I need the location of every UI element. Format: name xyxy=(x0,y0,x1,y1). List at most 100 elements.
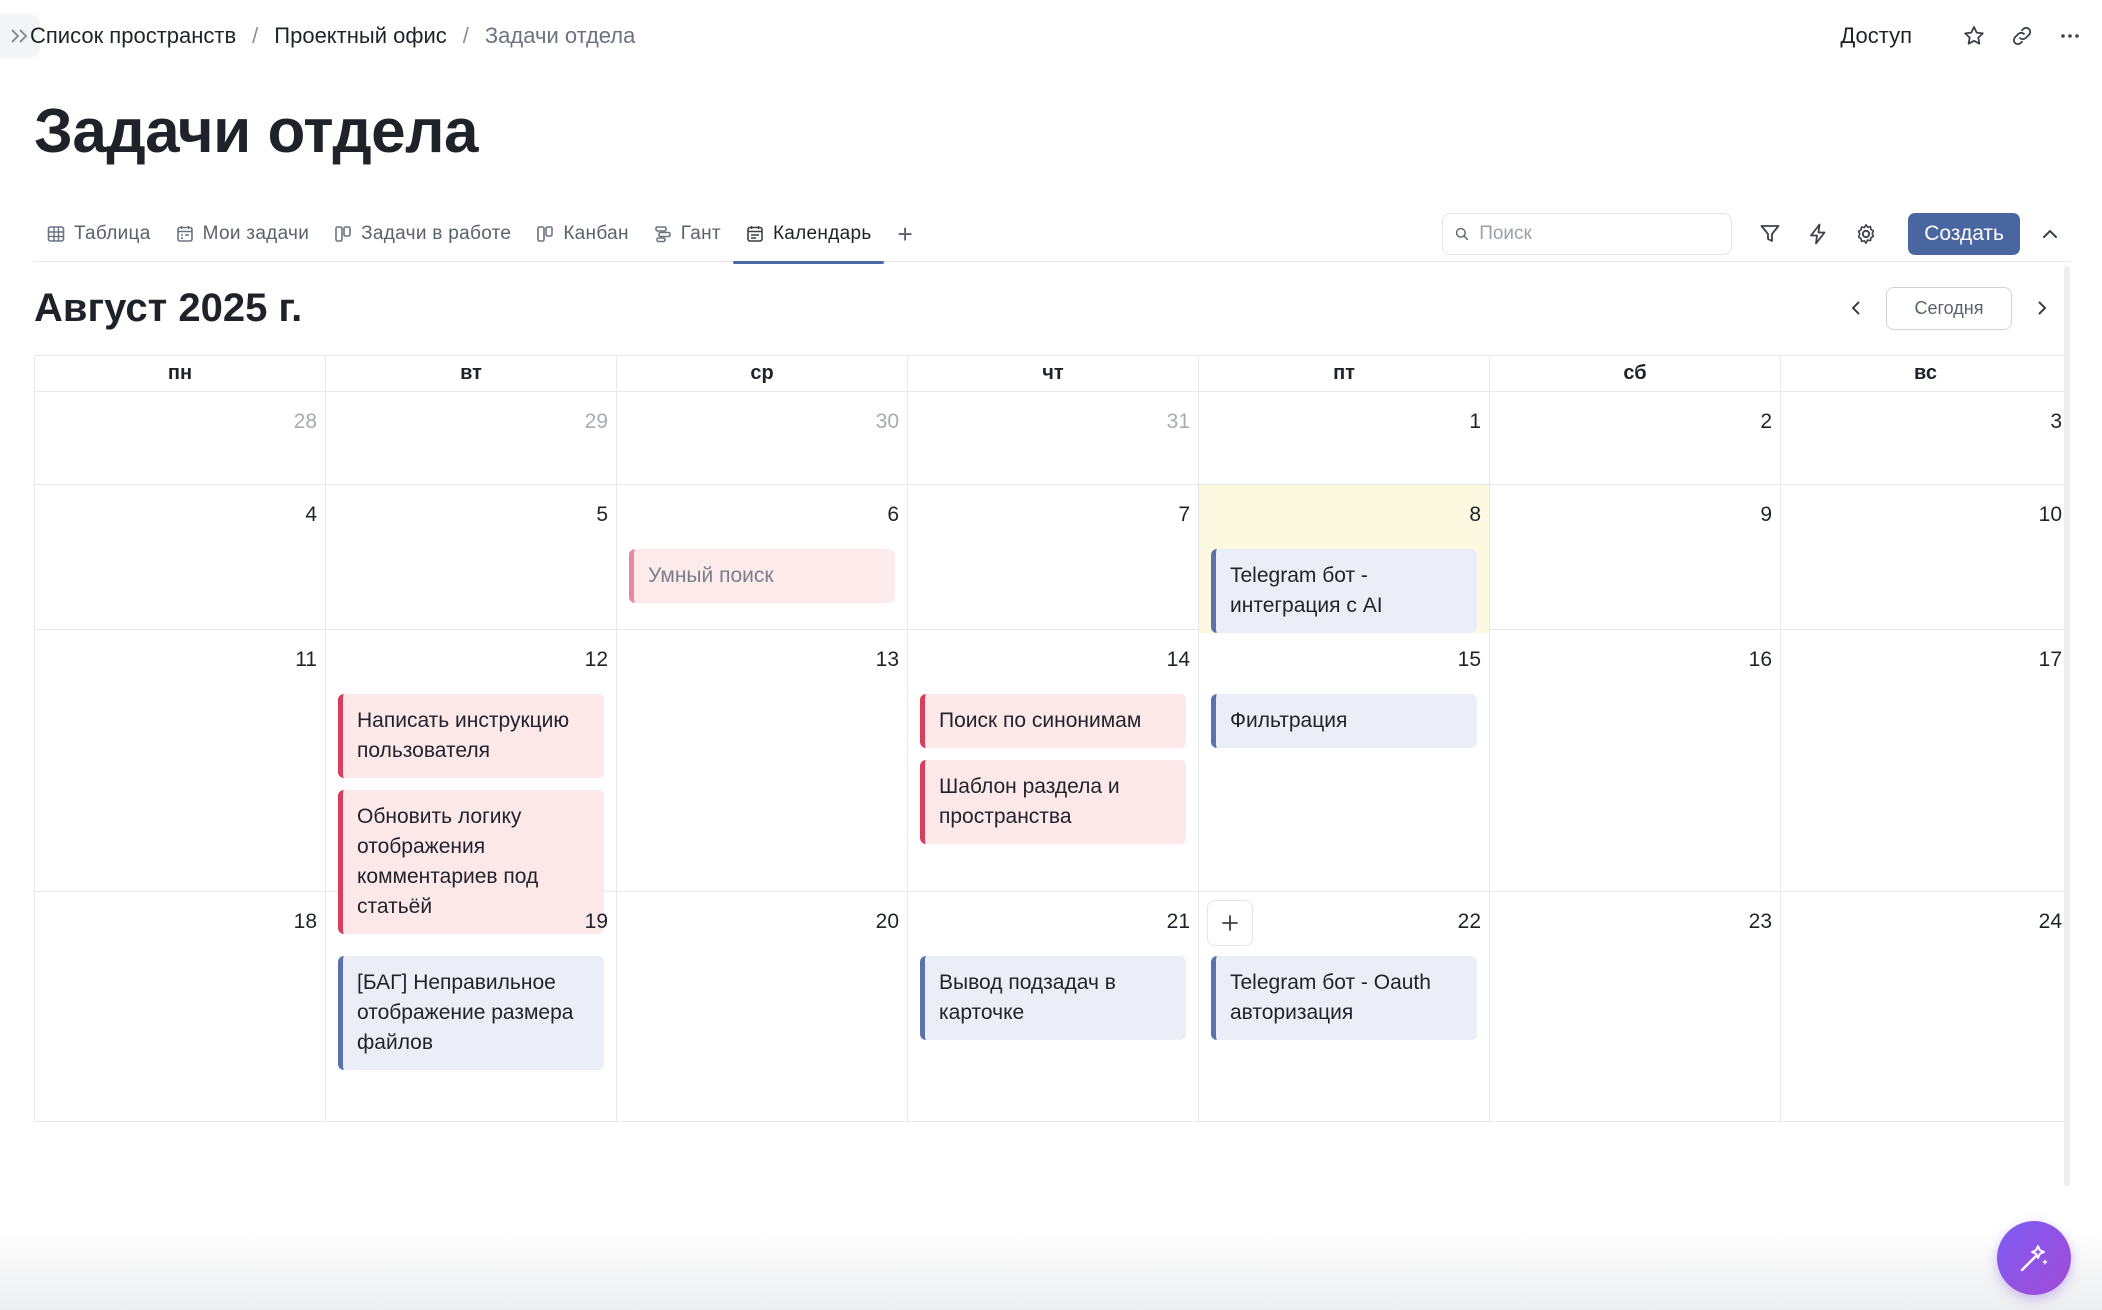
calendar-day[interactable]: 14 Поиск по синонимам Шаблон раздела и п… xyxy=(908,630,1199,934)
chevron-up-icon[interactable] xyxy=(2030,213,2070,255)
star-icon[interactable] xyxy=(1954,16,1994,56)
tab-gantt[interactable]: Гант xyxy=(641,206,733,262)
calendar-day[interactable]: 18 xyxy=(35,892,326,1121)
calendar-day[interactable]: 21 Вывод подзадач в карточке xyxy=(908,892,1199,1121)
tab-label: Канбан xyxy=(563,223,629,244)
event-card[interactable]: Telegram бот - интеграция с AI xyxy=(1211,549,1477,633)
event-card[interactable]: Поиск по синонимам xyxy=(920,694,1186,748)
event-card[interactable]: Умный поиск xyxy=(629,549,895,603)
calendar-day[interactable]: 28 xyxy=(35,392,326,484)
calendar-day[interactable]: 2 xyxy=(1490,392,1781,484)
tab-tasks-in-progress[interactable]: Задачи в работе xyxy=(321,206,523,262)
day-events: Telegram бот - интеграция с AI xyxy=(1211,549,1477,633)
day-number: 31 xyxy=(1166,410,1190,433)
calendar-day[interactable]: 31 xyxy=(908,392,1199,484)
tab-label: Таблица xyxy=(74,223,151,244)
access-button[interactable]: Доступ xyxy=(1840,23,1912,49)
gantt-icon xyxy=(653,224,673,244)
day-number: 16 xyxy=(1748,648,1772,671)
create-button[interactable]: Создать xyxy=(1908,213,2020,255)
filter-icon[interactable] xyxy=(1746,213,1794,255)
day-number: 14 xyxy=(1166,648,1190,671)
calendar-day[interactable]: 7 xyxy=(908,485,1199,633)
day-number: 1 xyxy=(1469,410,1481,433)
day-number: 17 xyxy=(2038,648,2062,671)
day-number: 8 xyxy=(1469,503,1481,526)
calendar-day[interactable]: 20 xyxy=(617,892,908,1121)
calendar-day[interactable]: 16 xyxy=(1490,630,1781,934)
weekday-label: вс xyxy=(1781,356,2070,391)
calendar-day[interactable]: 12 Написать инструкцию пользователя Обно… xyxy=(326,630,617,934)
settings-gear-icon[interactable] xyxy=(1842,213,1890,255)
day-number: 3 xyxy=(2050,410,2062,433)
day-number: 23 xyxy=(1748,910,1772,933)
event-card[interactable]: Вывод подзадач в карточке xyxy=(920,956,1186,1040)
plus-icon xyxy=(1222,915,1238,931)
breadcrumb-item-spaces[interactable]: Список пространств xyxy=(30,23,236,49)
weekday-label: сб xyxy=(1490,356,1781,391)
calendar-day[interactable]: 3 xyxy=(1781,392,2070,484)
ai-assistant-button[interactable] xyxy=(1997,1221,2071,1295)
day-number: 15 xyxy=(1457,648,1481,671)
calendar-day[interactable]: 24 xyxy=(1781,892,2070,1121)
calendar-day[interactable]: 10 xyxy=(1781,485,2070,633)
calendar-week: 28 29 30 31 1 2 3 xyxy=(34,392,2070,485)
day-number: 10 xyxy=(2038,503,2062,526)
link-icon[interactable] xyxy=(2002,16,2042,56)
tab-calendar[interactable]: Календарь xyxy=(732,206,884,264)
add-view-button[interactable]: + xyxy=(884,206,927,262)
breadcrumb: Список пространств / Проектный офис / За… xyxy=(30,20,635,52)
breadcrumb-separator: / xyxy=(462,23,469,48)
calendar-day-today[interactable]: 8 Telegram бот - интеграция с AI xyxy=(1199,485,1490,633)
chevron-right-icon[interactable] xyxy=(2024,290,2060,326)
calendar-day[interactable]: 15 Фильтрация xyxy=(1199,630,1490,934)
event-card[interactable]: Фильтрация xyxy=(1211,694,1477,748)
calendar-day[interactable]: 5 xyxy=(326,485,617,633)
chevron-left-icon[interactable] xyxy=(1838,290,1874,326)
calendar-day[interactable]: 22 Telegram бот - Oauth авторизация xyxy=(1199,892,1490,1121)
day-number: 6 xyxy=(887,503,899,526)
board-icon xyxy=(333,224,353,244)
search-box xyxy=(1442,213,1733,255)
more-icon[interactable] xyxy=(2050,16,2090,56)
breadcrumb-item-project-office[interactable]: Проектный офис xyxy=(274,23,446,49)
automation-bolt-icon[interactable] xyxy=(1794,213,1842,255)
day-events: Фильтрация xyxy=(1211,694,1477,748)
breadcrumb-separator: / xyxy=(252,23,259,48)
search-input[interactable] xyxy=(1479,223,1720,245)
tab-my-tasks[interactable]: Мои задачи xyxy=(163,206,322,262)
event-card[interactable]: [БАГ] Неправильное отображение размера ф… xyxy=(338,956,604,1070)
calendar-day[interactable]: 4 xyxy=(35,485,326,633)
tab-label: Календарь xyxy=(772,223,872,244)
calendar-day[interactable]: 17 xyxy=(1781,630,2070,934)
event-card[interactable]: Написать инструкцию пользователя xyxy=(338,694,604,778)
day-number: 2 xyxy=(1760,410,1772,433)
view-tabs: Таблица Мои задачи Задачи в работе Канба… xyxy=(34,206,927,264)
event-card[interactable]: Шаблон раздела и пространства xyxy=(920,760,1186,844)
board-icon xyxy=(535,224,555,244)
add-event-button[interactable] xyxy=(1207,900,1253,946)
tab-table[interactable]: Таблица xyxy=(34,206,163,262)
calendar-day[interactable]: 19 [БАГ] Неправильное отображение размер… xyxy=(326,892,617,1121)
view-tools: Создать xyxy=(1442,206,2070,262)
calendar-day[interactable]: 11 xyxy=(35,630,326,934)
calendar-week: 18 19 [БАГ] Неправильное отображение раз… xyxy=(34,892,2070,1122)
event-card[interactable]: Telegram бот - Oauth авторизация xyxy=(1211,956,1477,1040)
calendar-day[interactable]: 29 xyxy=(326,392,617,484)
today-button[interactable]: Сегодня xyxy=(1886,287,2012,330)
calendar-scrollbar[interactable] xyxy=(2064,266,2070,1186)
calendar-day[interactable]: 30 xyxy=(617,392,908,484)
tab-kanban[interactable]: Канбан xyxy=(523,206,640,262)
calendar-day[interactable]: 6 Умный поиск xyxy=(617,485,908,633)
calendar-day[interactable]: 9 xyxy=(1490,485,1781,633)
tab-label: Мои задачи xyxy=(202,223,310,244)
calendar-day[interactable]: 13 xyxy=(617,630,908,934)
weekday-label: вт xyxy=(326,356,617,391)
day-number: 24 xyxy=(2038,910,2062,933)
double-chevron-right-icon xyxy=(11,29,28,43)
weekday-label: пт xyxy=(1199,356,1490,391)
weekday-header: пн вт ср чт пт сб вс xyxy=(34,355,2070,392)
calendar-day[interactable]: 1 xyxy=(1199,392,1490,484)
search-icon xyxy=(1456,227,1469,241)
calendar-day[interactable]: 23 xyxy=(1490,892,1781,1121)
